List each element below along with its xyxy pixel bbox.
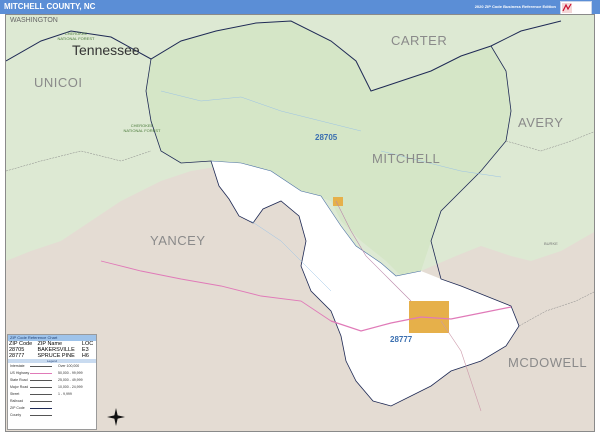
- forest-label-1: CHEROKEE NATIONAL FOREST: [57, 31, 95, 41]
- legend-key-symbol: [30, 408, 52, 409]
- county-label-mitchell: MITCHELL: [372, 151, 441, 166]
- legend-key-label: Major Road: [10, 385, 29, 389]
- legend-key-label: County: [10, 413, 22, 417]
- legend-key-label: US Highway: [10, 371, 30, 375]
- legend-key-list: Interstate Over 100,000 US Highway 50,000 -…: [8, 363, 96, 419]
- legend-key-note: Over 100,000: [58, 364, 80, 368]
- county-label-mcdowell: MCDOWELL: [508, 355, 588, 370]
- edition-subtitle: 2020 ZIP Code Business Reference Edition: [474, 4, 556, 9]
- legend-key-symbol: [30, 415, 52, 416]
- county-label-unicoi: UNICOI: [34, 75, 83, 90]
- legend-key-symbol: [30, 380, 52, 381]
- legend-key-item: State Road 25,000 - 49,999: [8, 377, 96, 384]
- legend-key-symbol: [30, 401, 52, 402]
- legend-key-symbol: [30, 373, 52, 374]
- zip-table: ZIP Code ZIP Name LOC 28705 BAKERSVILLE …: [8, 341, 96, 359]
- county-label-avery: AVERY: [518, 115, 564, 130]
- map-title: MITCHELL COUNTY, NC: [4, 2, 96, 11]
- county-label-yancey: YANCEY: [150, 233, 206, 248]
- legend-key-item: Major Road 10,000 - 24,999: [8, 384, 96, 391]
- legend-key-label: Street: [10, 392, 20, 396]
- legend-key-item: Street 1 - 9,999: [8, 391, 96, 398]
- state-label-tennessee: Tennessee: [72, 42, 140, 58]
- burke-label: BURKE: [544, 241, 558, 246]
- forest-label-2: CHEROKEE NATIONAL FOREST: [123, 123, 161, 133]
- county-label-carter: CARTER: [391, 33, 448, 48]
- legend-key-item: Railroad: [8, 398, 96, 405]
- legend-key-symbol: [30, 387, 52, 388]
- zip-label-28777[interactable]: 28777: [390, 335, 412, 344]
- legend-key-label: State Road: [10, 378, 28, 382]
- legend-key-item: ZIP Code: [8, 405, 96, 412]
- legend-key-item: Interstate Over 100,000: [8, 363, 96, 370]
- legend-key-item: County: [8, 412, 96, 419]
- zip-label-28705[interactable]: 28705: [315, 133, 337, 142]
- legend-key-item: US Highway 50,000 - 99,999: [8, 370, 96, 377]
- zip-reference-legend: ZIP Code Reference Chart ZIP Code ZIP Na…: [7, 334, 97, 430]
- legend-key-label: Interstate: [10, 364, 25, 368]
- legend-key-symbol: [30, 394, 52, 395]
- washington-county-label: WASHINGTON: [10, 17, 58, 24]
- legend-key-label: ZIP Code: [10, 406, 25, 410]
- legend-key-note: 1 - 9,999: [58, 392, 72, 396]
- header-bar: MITCHELL COUNTY, NC 2020 ZIP Code Busine…: [0, 0, 600, 15]
- legend-key-note: 10,000 - 24,999: [58, 385, 83, 389]
- legend-key-label: Railroad: [10, 399, 24, 403]
- publisher-logo: [560, 1, 592, 15]
- zip-name-cell: SPRUCE PINE: [37, 353, 75, 359]
- legend-key-note: 50,000 - 99,999: [58, 371, 83, 375]
- legend-key-note: 25,000 - 49,999: [58, 378, 83, 382]
- logo-map-icon: [562, 3, 572, 13]
- legend-key-symbol: [30, 366, 52, 367]
